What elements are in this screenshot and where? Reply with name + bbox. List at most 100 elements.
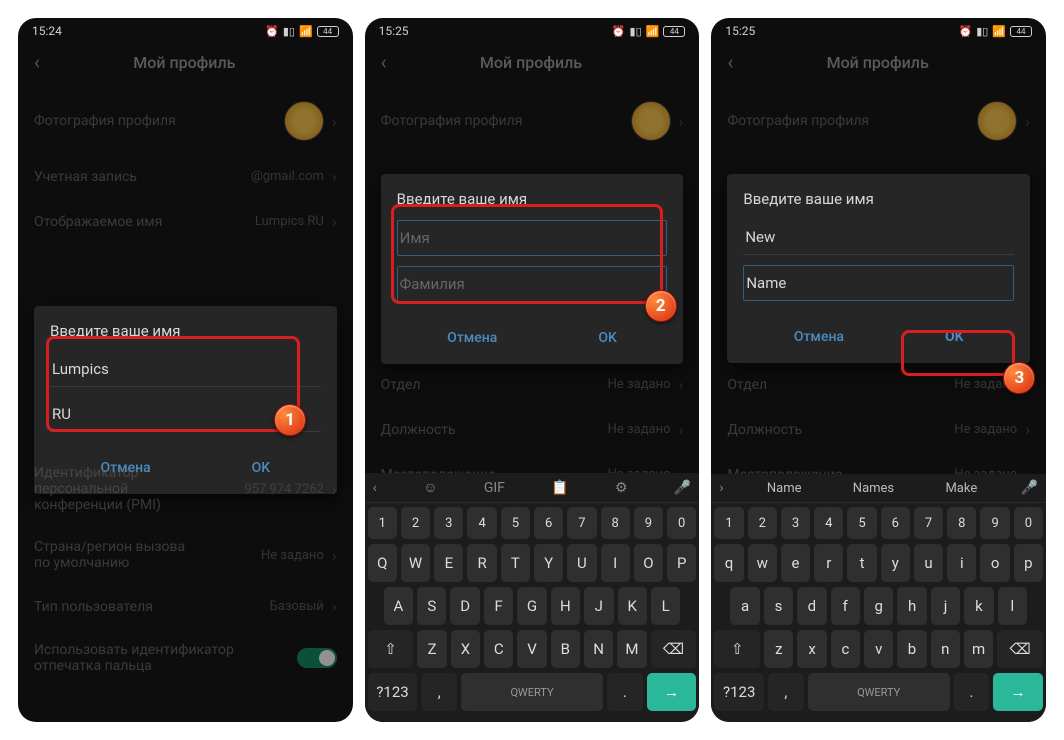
key-3[interactable]: 3 (781, 507, 810, 539)
key-g[interactable]: G (517, 587, 546, 625)
key-1[interactable]: 1 (714, 507, 743, 539)
key-v[interactable]: v (864, 630, 893, 668)
row-profile-photo[interactable]: Фотография профиля › (365, 88, 700, 154)
key-x[interactable]: x (797, 630, 826, 668)
key-h[interactable]: H (551, 587, 580, 625)
comma-key[interactable]: , (768, 673, 804, 711)
key-n[interactable]: N (584, 630, 613, 668)
shift-key[interactable]: ⇧ (368, 630, 414, 668)
space-key[interactable]: QWERTY (461, 673, 603, 711)
row-display-name[interactable]: Отображаемое имя Lumpics RU› (18, 199, 353, 244)
comma-key[interactable]: , (421, 673, 457, 711)
kb-mic-icon[interactable]: 🎤 (1021, 480, 1038, 496)
row-role[interactable]: Должность Не задано› (711, 407, 1046, 452)
key-w[interactable]: w (748, 544, 777, 582)
period-key[interactable]: . (607, 673, 643, 711)
row-role[interactable]: Должность Не задано› (365, 407, 700, 452)
key-6[interactable]: 6 (534, 507, 563, 539)
key-d[interactable]: D (450, 587, 479, 625)
key-s[interactable]: S (417, 587, 446, 625)
backspace-key[interactable]: ⌫ (651, 630, 697, 668)
kb-suggestion[interactable]: Name (759, 481, 810, 496)
key-0[interactable]: 0 (1014, 507, 1043, 539)
key-b[interactable]: B (551, 630, 580, 668)
row-fingerprint[interactable]: Использовать идентификатор отпечатка пал… (18, 629, 353, 687)
key-o[interactable]: O (634, 544, 663, 582)
kb-expand-icon[interactable]: › (719, 480, 723, 496)
keyboard[interactable]: ‹ ☺ GIF 📋 ⚙ 🎤 1234567890 QWERTYUIOP ASDF… (365, 473, 700, 722)
first-name-input[interactable] (50, 352, 321, 387)
cancel-button[interactable]: Отмена (774, 319, 864, 355)
kb-emoji-icon[interactable]: ☺ (423, 479, 437, 496)
kb-clipboard-icon[interactable]: 📋 (551, 480, 568, 496)
enter-key[interactable]: → (993, 673, 1043, 711)
key-a[interactable]: a (730, 587, 759, 625)
key-m[interactable]: M (617, 630, 646, 668)
key-v[interactable]: V (517, 630, 546, 668)
key-r[interactable]: r (814, 544, 843, 582)
key-t[interactable]: t (847, 544, 876, 582)
row-profile-photo[interactable]: Фотография профиля › (711, 88, 1046, 154)
key-q[interactable]: Q (368, 544, 397, 582)
space-key[interactable]: QWERTY (808, 673, 950, 711)
key-h[interactable]: h (897, 587, 926, 625)
first-name-input[interactable] (743, 220, 1014, 255)
kb-mic-icon[interactable]: 🎤 (674, 480, 691, 496)
key-e[interactable]: E (434, 544, 463, 582)
key-y[interactable]: Y (534, 544, 563, 582)
row-region[interactable]: Страна/регион вызова по умолчанию Не зад… (18, 526, 353, 584)
enter-key[interactable]: → (647, 673, 697, 711)
ok-button[interactable]: OK (578, 320, 637, 356)
keyboard[interactable]: › Name Names Make 🎤 1234567890 qwertyuio… (711, 474, 1046, 722)
key-a[interactable]: A (384, 587, 413, 625)
kb-suggestion[interactable]: Names (845, 481, 902, 496)
key-f[interactable]: f (831, 587, 860, 625)
key-2[interactable]: 2 (748, 507, 777, 539)
key-o[interactable]: o (980, 544, 1009, 582)
key-b[interactable]: b (897, 630, 926, 668)
key-c[interactable]: c (831, 630, 860, 668)
key-6[interactable]: 6 (881, 507, 910, 539)
key-z[interactable]: Z (417, 630, 446, 668)
key-j[interactable]: j (931, 587, 960, 625)
row-account[interactable]: Учетная запись @gmail.com› (18, 154, 353, 199)
kb-collapse-icon[interactable]: ‹ (373, 480, 377, 496)
key-8[interactable]: 8 (947, 507, 976, 539)
key-8[interactable]: 8 (601, 507, 630, 539)
key-p[interactable]: P (667, 544, 696, 582)
key-4[interactable]: 4 (814, 507, 843, 539)
last-name-input[interactable] (743, 265, 1014, 301)
shift-key[interactable]: ⇧ (714, 630, 760, 668)
key-9[interactable]: 9 (980, 507, 1009, 539)
key-m[interactable]: m (964, 630, 993, 668)
key-y[interactable]: y (881, 544, 910, 582)
key-g[interactable]: g (864, 587, 893, 625)
kb-gif-icon[interactable]: GIF (484, 480, 505, 496)
cancel-button[interactable]: Отмена (427, 320, 517, 356)
key-f[interactable]: F (484, 587, 513, 625)
key-4[interactable]: 4 (467, 507, 496, 539)
key-5[interactable]: 5 (847, 507, 876, 539)
key-3[interactable]: 3 (434, 507, 463, 539)
symbols-key[interactable]: ?123 (368, 673, 418, 711)
key-l[interactable]: L (651, 587, 680, 625)
key-2[interactable]: 2 (401, 507, 430, 539)
key-n[interactable]: n (931, 630, 960, 668)
kb-settings-icon[interactable]: ⚙ (615, 480, 628, 496)
key-1[interactable]: 1 (368, 507, 397, 539)
key-7[interactable]: 7 (914, 507, 943, 539)
key-x[interactable]: X (451, 630, 480, 668)
period-key[interactable]: . (954, 673, 990, 711)
last-name-input[interactable] (397, 266, 668, 302)
key-u[interactable]: U (567, 544, 596, 582)
key-0[interactable]: 0 (667, 507, 696, 539)
key-d[interactable]: d (797, 587, 826, 625)
key-7[interactable]: 7 (567, 507, 596, 539)
key-j[interactable]: J (584, 587, 613, 625)
kb-suggestion[interactable]: Make (937, 481, 985, 496)
key-i[interactable]: I (601, 544, 630, 582)
key-r[interactable]: R (467, 544, 496, 582)
key-z[interactable]: z (764, 630, 793, 668)
key-k[interactable]: k (964, 587, 993, 625)
key-9[interactable]: 9 (634, 507, 663, 539)
